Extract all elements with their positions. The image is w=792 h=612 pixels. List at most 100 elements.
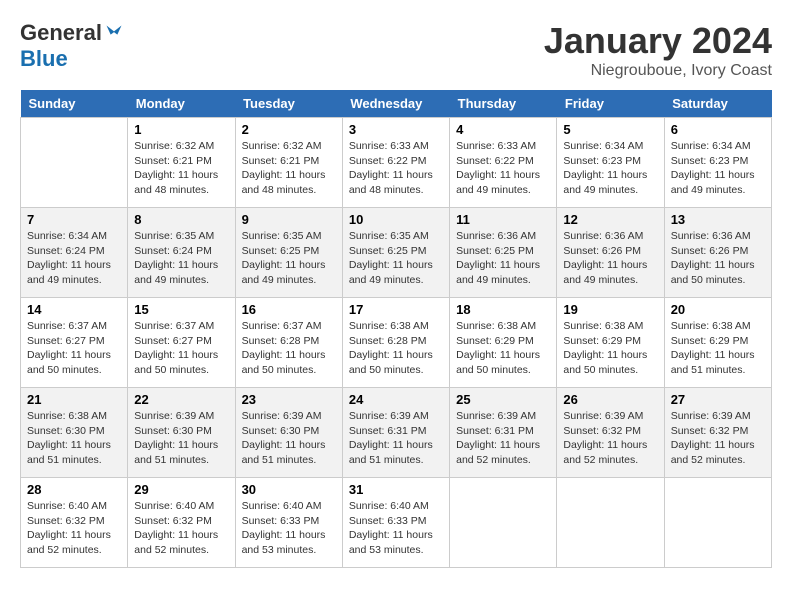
day-number: 15 [134, 302, 228, 317]
calendar-cell: 3Sunrise: 6:33 AM Sunset: 6:22 PM Daylig… [342, 118, 449, 208]
calendar-cell: 31 Sunrise: 6:40 AM Sunset: 6:33 PM Dayli… [342, 478, 449, 568]
day-info: Sunrise: 6:40 AM Sunset: 6:32 PM Dayligh… [27, 499, 121, 558]
calendar-cell [450, 478, 557, 568]
day-info: Sunrise: 6:40 AM Sunset: 6:32 PM Dayligh… [134, 499, 228, 558]
week-row-5: 28 Sunrise: 6:40 AM Sunset: 6:32 PM Dayli… [21, 478, 772, 568]
day-info: Sunrise: 6:32 AM Sunset: 6:21 PM Dayligh… [242, 139, 336, 198]
calendar-cell: 30Sunrise: 6:40 AM Sunset: 6:33 PM Dayli… [235, 478, 342, 568]
calendar-cell: 24Sunrise: 6:39 AM Sunset: 6:31 PM Dayli… [342, 388, 449, 478]
day-number: 27 [671, 392, 765, 407]
calendar-cell: 28 Sunrise: 6:40 AM Sunset: 6:32 PM Dayli… [21, 478, 128, 568]
day-number: 25 [456, 392, 550, 407]
calendar-cell: 18 Sunrise: 6:38 AM Sunset: 6:29 PM Dayli… [450, 298, 557, 388]
day-header-friday: Friday [557, 90, 664, 118]
day-info: Sunrise: 6:37 AM Sunset: 6:28 PM Dayligh… [242, 319, 336, 378]
calendar-cell: 17 Sunrise: 6:38 AM Sunset: 6:28 PM Dayli… [342, 298, 449, 388]
day-info: Sunrise: 6:33 AM Sunset: 6:22 PM Dayligh… [456, 139, 550, 198]
day-number: 16 [242, 302, 336, 317]
calendar-cell: 13 Sunrise: 6:36 AM Sunset: 6:26 PM Dayli… [664, 208, 771, 298]
day-number: 7 [27, 212, 121, 227]
day-info: Sunrise: 6:40 AM Sunset: 6:33 PM Dayligh… [242, 499, 336, 558]
week-row-4: 21 Sunrise: 6:38 AM Sunset: 6:30 PM Dayli… [21, 388, 772, 478]
day-info: Sunrise: 6:39 AM Sunset: 6:30 PM Dayligh… [242, 409, 336, 468]
calendar-cell: 14Sunrise: 6:37 AM Sunset: 6:27 PM Dayli… [21, 298, 128, 388]
day-number: 21 [27, 392, 121, 407]
day-info: Sunrise: 6:36 AM Sunset: 6:25 PM Dayligh… [456, 229, 550, 288]
calendar-cell: 19Sunrise: 6:38 AM Sunset: 6:29 PM Dayli… [557, 298, 664, 388]
logo-general-text: General [20, 20, 102, 46]
day-number: 13 [671, 212, 765, 227]
calendar-cell: 2 Sunrise: 6:32 AM Sunset: 6:21 PM Daylig… [235, 118, 342, 208]
calendar-cell: 10 Sunrise: 6:35 AM Sunset: 6:25 PM Dayli… [342, 208, 449, 298]
calendar-cell: 23 Sunrise: 6:39 AM Sunset: 6:30 PM Dayli… [235, 388, 342, 478]
calendar-cell: 27Sunrise: 6:39 AM Sunset: 6:32 PM Dayli… [664, 388, 771, 478]
calendar-cell: 21 Sunrise: 6:38 AM Sunset: 6:30 PM Dayli… [21, 388, 128, 478]
page-header: General Blue January 2024 Niegrouboue, I… [20, 20, 772, 80]
day-number: 6 [671, 122, 765, 137]
calendar-cell: 5 Sunrise: 6:34 AM Sunset: 6:23 PM Daylig… [557, 118, 664, 208]
calendar-cell [664, 478, 771, 568]
title-block: January 2024 Niegrouboue, Ivory Coast [544, 20, 772, 80]
day-number: 10 [349, 212, 443, 227]
day-info: Sunrise: 6:38 AM Sunset: 6:29 PM Dayligh… [456, 319, 550, 378]
day-info: Sunrise: 6:32 AM Sunset: 6:21 PM Dayligh… [134, 139, 228, 198]
calendar-cell: 22Sunrise: 6:39 AM Sunset: 6:30 PM Dayli… [128, 388, 235, 478]
day-number: 28 [27, 482, 121, 497]
calendar-cell: 15Sunrise: 6:37 AM Sunset: 6:27 PM Dayli… [128, 298, 235, 388]
day-number: 9 [242, 212, 336, 227]
day-info: Sunrise: 6:38 AM Sunset: 6:30 PM Dayligh… [27, 409, 121, 468]
day-number: 2 [242, 122, 336, 137]
day-info: Sunrise: 6:36 AM Sunset: 6:26 PM Dayligh… [563, 229, 657, 288]
day-info: Sunrise: 6:33 AM Sunset: 6:22 PM Dayligh… [349, 139, 443, 198]
calendar-cell: 20Sunrise: 6:38 AM Sunset: 6:29 PM Dayli… [664, 298, 771, 388]
day-number: 17 [349, 302, 443, 317]
calendar-cell [21, 118, 128, 208]
calendar-cell: 9 Sunrise: 6:35 AM Sunset: 6:25 PM Daylig… [235, 208, 342, 298]
day-info: Sunrise: 6:34 AM Sunset: 6:23 PM Dayligh… [671, 139, 765, 198]
calendar-cell: 8Sunrise: 6:35 AM Sunset: 6:24 PM Daylig… [128, 208, 235, 298]
day-info: Sunrise: 6:36 AM Sunset: 6:26 PM Dayligh… [671, 229, 765, 288]
day-info: Sunrise: 6:34 AM Sunset: 6:23 PM Dayligh… [563, 139, 657, 198]
day-info: Sunrise: 6:37 AM Sunset: 6:27 PM Dayligh… [27, 319, 121, 378]
calendar-cell: 7 Sunrise: 6:34 AM Sunset: 6:24 PM Daylig… [21, 208, 128, 298]
week-row-3: 14Sunrise: 6:37 AM Sunset: 6:27 PM Dayli… [21, 298, 772, 388]
day-number: 29 [134, 482, 228, 497]
calendar-table: SundayMondayTuesdayWednesdayThursdayFrid… [20, 90, 772, 568]
day-info: Sunrise: 6:35 AM Sunset: 6:25 PM Dayligh… [242, 229, 336, 288]
day-header-thursday: Thursday [450, 90, 557, 118]
day-header-tuesday: Tuesday [235, 90, 342, 118]
day-header-saturday: Saturday [664, 90, 771, 118]
day-info: Sunrise: 6:35 AM Sunset: 6:24 PM Dayligh… [134, 229, 228, 288]
calendar-cell: 26Sunrise: 6:39 AM Sunset: 6:32 PM Dayli… [557, 388, 664, 478]
calendar-cell: 4 Sunrise: 6:33 AM Sunset: 6:22 PM Daylig… [450, 118, 557, 208]
calendar-cell: 25Sunrise: 6:39 AM Sunset: 6:31 PM Dayli… [450, 388, 557, 478]
day-number: 12 [563, 212, 657, 227]
day-header-monday: Monday [128, 90, 235, 118]
day-info: Sunrise: 6:35 AM Sunset: 6:25 PM Dayligh… [349, 229, 443, 288]
day-number: 18 [456, 302, 550, 317]
day-info: Sunrise: 6:39 AM Sunset: 6:32 PM Dayligh… [563, 409, 657, 468]
month-title: January 2024 [544, 20, 772, 62]
day-info: Sunrise: 6:38 AM Sunset: 6:28 PM Dayligh… [349, 319, 443, 378]
day-number: 11 [456, 212, 550, 227]
calendar-cell [557, 478, 664, 568]
day-number: 1 [134, 122, 228, 137]
calendar-cell: 12 Sunrise: 6:36 AM Sunset: 6:26 PM Dayli… [557, 208, 664, 298]
week-row-1: 1 Sunrise: 6:32 AM Sunset: 6:21 PM Daylig… [21, 118, 772, 208]
calendar-cell: 6 Sunrise: 6:34 AM Sunset: 6:23 PM Daylig… [664, 118, 771, 208]
day-info: Sunrise: 6:40 AM Sunset: 6:33 PM Dayligh… [349, 499, 443, 558]
day-info: Sunrise: 6:39 AM Sunset: 6:31 PM Dayligh… [349, 409, 443, 468]
logo: General Blue [20, 20, 124, 72]
calendar-cell: 11 Sunrise: 6:36 AM Sunset: 6:25 PM Dayli… [450, 208, 557, 298]
calendar-cell: 29 Sunrise: 6:40 AM Sunset: 6:32 PM Dayli… [128, 478, 235, 568]
logo-bird-icon [104, 23, 124, 43]
day-number: 4 [456, 122, 550, 137]
day-info: Sunrise: 6:38 AM Sunset: 6:29 PM Dayligh… [563, 319, 657, 378]
day-header-wednesday: Wednesday [342, 90, 449, 118]
day-number: 5 [563, 122, 657, 137]
day-number: 31 [349, 482, 443, 497]
day-info: Sunrise: 6:34 AM Sunset: 6:24 PM Dayligh… [27, 229, 121, 288]
day-number: 23 [242, 392, 336, 407]
day-number: 20 [671, 302, 765, 317]
header-row: SundayMondayTuesdayWednesdayThursdayFrid… [21, 90, 772, 118]
